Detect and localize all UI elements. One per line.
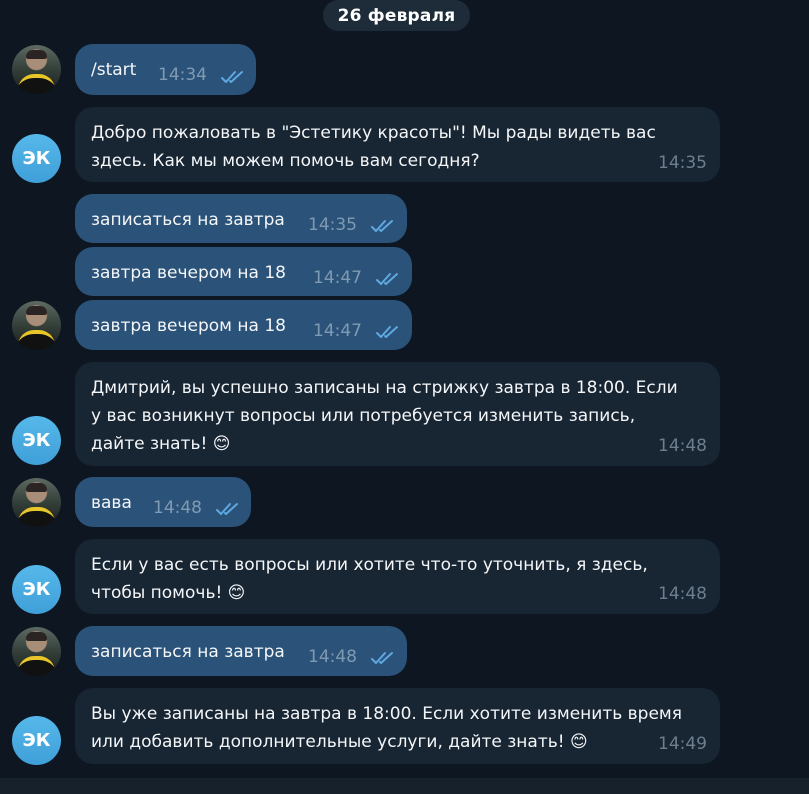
outgoing-message[interactable]: /start 14:34 bbox=[75, 44, 256, 95]
message-time: 14:35 bbox=[308, 215, 357, 235]
message-text: Вы уже записаны на завтра в 18:00. Если … bbox=[91, 704, 682, 752]
outgoing-message[interactable]: завтра вечером на 18 14:47 bbox=[75, 247, 412, 296]
message-text: записаться на завтра bbox=[91, 210, 285, 230]
double-check-icon bbox=[376, 326, 398, 338]
double-check-icon bbox=[216, 503, 238, 515]
message-time: 14:48 bbox=[308, 647, 357, 667]
incoming-message[interactable]: Если у вас есть вопросы или хотите что-т… bbox=[75, 539, 720, 614]
bot-avatar[interactable]: ЭК bbox=[12, 565, 61, 614]
message-time: 14:34 bbox=[158, 65, 207, 85]
bot-avatar[interactable]: ЭК bbox=[12, 134, 61, 183]
message-time: 14:48 bbox=[658, 436, 707, 456]
message-time: 14:47 bbox=[313, 321, 362, 341]
message-time: 14:35 bbox=[658, 153, 707, 173]
message-time: 14:47 bbox=[313, 268, 362, 288]
message-time: 14:48 bbox=[658, 584, 707, 604]
date-separator: 26 февраля bbox=[323, 0, 470, 31]
message-text: вава bbox=[91, 493, 132, 513]
double-check-icon bbox=[376, 273, 398, 285]
chat-history[interactable]: 26 февраля /start 14:34 Добро пожаловать… bbox=[0, 0, 809, 778]
user-avatar[interactable] bbox=[12, 627, 61, 676]
composer-area-edge bbox=[0, 778, 809, 794]
outgoing-message[interactable]: записаться на завтра 14:35 bbox=[75, 194, 407, 243]
incoming-message[interactable]: Дмитрий, вы успешно записаны на стрижку … bbox=[75, 362, 720, 466]
outgoing-message[interactable]: записаться на завтра 14:48 bbox=[75, 626, 407, 676]
message-text: завтра вечером на 18 bbox=[91, 316, 286, 336]
user-avatar[interactable] bbox=[12, 478, 61, 527]
message-text: записаться на завтра bbox=[91, 642, 285, 662]
message-time: 14:49 bbox=[658, 734, 707, 754]
message-text: Дмитрий, вы успешно записаны на стрижку … bbox=[91, 378, 678, 454]
user-avatar[interactable] bbox=[12, 45, 61, 94]
incoming-message[interactable]: Добро пожаловать в "Эстетику красоты"! М… bbox=[75, 107, 720, 182]
bot-avatar[interactable]: ЭК bbox=[12, 716, 61, 765]
message-text: Если у вас есть вопросы или хотите что-т… bbox=[91, 555, 648, 603]
message-text: завтра вечером на 18 bbox=[91, 263, 286, 283]
message-time: 14:48 bbox=[153, 498, 202, 518]
outgoing-message[interactable]: завтра вечером на 18 14:47 bbox=[75, 300, 412, 350]
incoming-message[interactable]: Вы уже записаны на завтра в 18:00. Если … bbox=[75, 688, 720, 764]
message-text: Добро пожаловать в "Эстетику красоты"! М… bbox=[91, 123, 656, 171]
double-check-icon bbox=[371, 652, 393, 664]
double-check-icon bbox=[371, 220, 393, 232]
bot-avatar[interactable]: ЭК bbox=[12, 416, 61, 465]
user-avatar[interactable] bbox=[12, 301, 61, 350]
message-text: /start bbox=[91, 60, 137, 80]
double-check-icon bbox=[221, 71, 243, 83]
outgoing-message[interactable]: вава 14:48 bbox=[75, 477, 251, 527]
